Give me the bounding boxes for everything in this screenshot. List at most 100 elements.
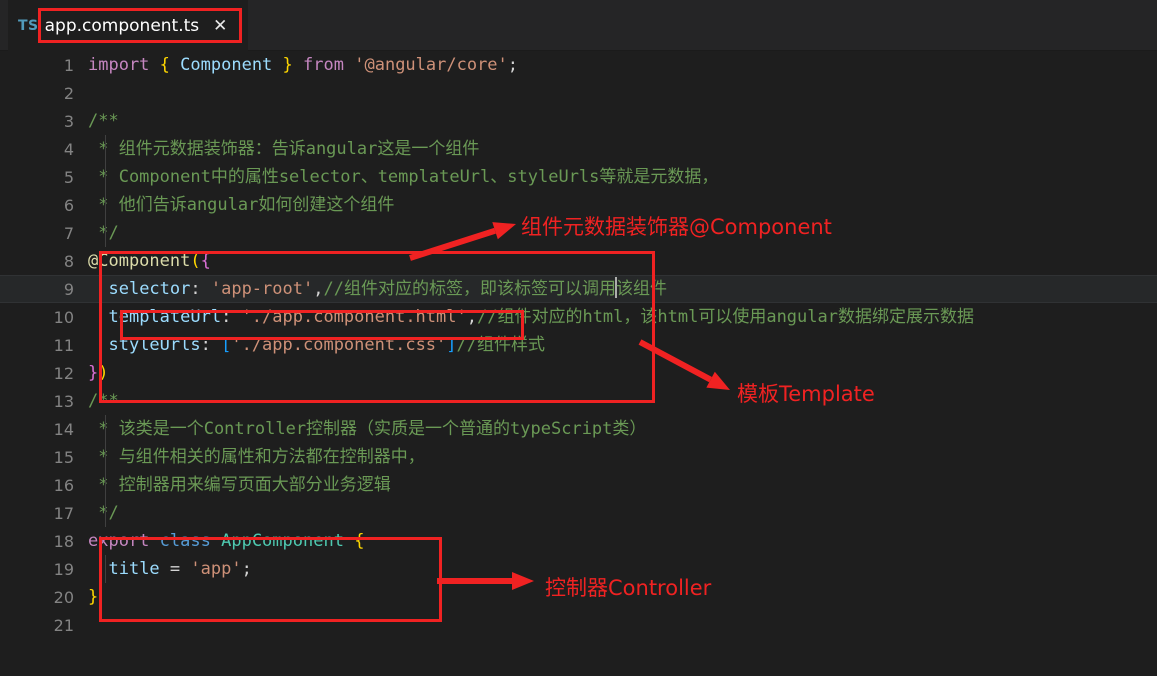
code-text: selector: 'app-root',//组件对应的标签，即该标签可以调用该… xyxy=(88,275,667,303)
code-token: */ xyxy=(88,223,119,243)
code-line[interactable]: 2 xyxy=(0,79,1157,107)
code-text: * 组件元数据装饰器：告诉angular这是一个组件 xyxy=(88,135,479,163)
code-token: 'app' xyxy=(190,559,242,579)
code-token: [ xyxy=(221,335,232,355)
code-line[interactable]: 12}) xyxy=(0,359,1157,387)
code-token: title xyxy=(108,559,160,579)
line-number: 15 xyxy=(53,447,74,467)
code-line[interactable]: 5 * Component中的属性selector、templateUrl、st… xyxy=(0,163,1157,191)
line-number: 20 xyxy=(53,587,74,607)
code-line[interactable]: 18 export class AppComponent { xyxy=(0,527,1157,555)
indent-guide xyxy=(105,219,106,247)
code-line[interactable]: 14 * 该类是一个Controller控制器（实质是一个普通的typeScri… xyxy=(0,415,1157,443)
code-token: { xyxy=(200,251,211,271)
code-token: from xyxy=(303,55,344,75)
line-number: 14 xyxy=(53,419,74,439)
code-token: * 该类是一个Controller控制器（实质是一个普通的typeScript类… xyxy=(88,419,647,439)
line-number: 18 xyxy=(53,531,74,551)
code-token: * 组件元数据装饰器：告诉angular这是一个组件 xyxy=(88,139,480,159)
code-token: ( xyxy=(190,251,201,271)
line-number: 8 xyxy=(63,251,74,271)
code-token: : xyxy=(200,335,222,355)
line-number: 5 xyxy=(63,167,74,187)
code-token: , xyxy=(466,307,477,327)
line-number: 16 xyxy=(53,475,74,495)
code-token: * 控制器用来编写页面大部分业务逻辑 xyxy=(88,475,391,495)
code-token: { xyxy=(159,55,170,75)
code-line[interactable]: 13 /** xyxy=(0,387,1157,415)
line-number: 3 xyxy=(63,111,74,131)
code-token: styleUrls xyxy=(108,335,201,355)
code-line[interactable]: 8 @Component({ xyxy=(0,247,1157,275)
code-token: * 与组件相关的属性和方法都在控制器中， xyxy=(88,447,425,467)
code-line[interactable]: 20} xyxy=(0,583,1157,611)
code-text: * Component中的属性selector、templateUrl、styl… xyxy=(88,163,718,191)
code-line[interactable]: 21 xyxy=(0,611,1157,639)
code-token: , xyxy=(313,279,324,299)
code-line[interactable]: 10 templateUrl: './app.component.html',/… xyxy=(0,303,1157,331)
code-token: '@angular/core' xyxy=(354,55,508,75)
code-text: */ xyxy=(88,219,119,247)
code-token: { xyxy=(354,531,365,551)
line-number: 17 xyxy=(53,503,74,523)
code-token: : xyxy=(221,307,242,327)
code-token: 'app-root' xyxy=(210,279,314,299)
code-token: AppComponent xyxy=(221,531,344,551)
code-token: /** xyxy=(88,111,119,131)
code-token: ; xyxy=(241,559,252,579)
close-icon[interactable]: ✕ xyxy=(213,16,227,36)
code-token: //组件对应的标签，即该标签可以调用 xyxy=(323,279,616,299)
code-line[interactable]: 16 * 控制器用来编写页面大部分业务逻辑 xyxy=(0,471,1157,499)
code-editor[interactable]: 1 import { Component } from '@angular/cor… xyxy=(0,51,1157,676)
code-line[interactable]: 3 /** xyxy=(0,107,1157,135)
code-line[interactable]: 11 styleUrls: ['./app.component.css']//组… xyxy=(0,331,1157,359)
code-text: * 控制器用来编写页面大部分业务逻辑 xyxy=(88,471,391,499)
code-text: */ xyxy=(88,499,118,527)
code-token: * Component中的属性selector、templateUrl、styl… xyxy=(88,167,719,187)
indent-guide xyxy=(105,191,106,219)
code-token: /** xyxy=(88,391,119,411)
code-line[interactable]: 7 */ xyxy=(0,219,1157,247)
line-number: 9 xyxy=(63,279,74,299)
code-line[interactable]: 1 import { Component } from '@angular/cor… xyxy=(0,51,1157,79)
code-token: ; xyxy=(507,55,519,75)
code-token: import xyxy=(88,55,150,75)
line-number: 4 xyxy=(63,139,74,159)
code-line[interactable]: 19 title = 'app'; xyxy=(0,555,1157,583)
indent-guide xyxy=(105,471,106,499)
code-text: styleUrls: ['./app.component.css']//组件样式 xyxy=(88,331,545,359)
code-token: } xyxy=(88,587,99,607)
code-text: export class AppComponent { xyxy=(88,527,364,555)
code-line[interactable]: 6 * 他们告诉angular如何创建这个组件 xyxy=(0,191,1157,219)
code-text: * 与组件相关的属性和方法都在控制器中， xyxy=(88,443,425,471)
tab-app-component-ts[interactable]: TS app.component.ts ✕ xyxy=(8,0,248,51)
code-token: * 他们告诉angular如何创建这个组件 xyxy=(88,195,395,215)
code-line[interactable]: 17 */ xyxy=(0,499,1157,527)
line-number: 21 xyxy=(53,615,74,635)
code-token: } xyxy=(88,363,99,383)
typescript-file-icon: TS xyxy=(18,17,39,34)
code-text: * 他们告诉angular如何创建这个组件 xyxy=(88,191,394,219)
code-line[interactable]: 15 * 与组件相关的属性和方法都在控制器中， xyxy=(0,443,1157,471)
code-token: './app.component.css' xyxy=(231,335,447,355)
indent-guide xyxy=(105,555,106,583)
code-line[interactable]: 4 * 组件元数据装饰器：告诉angular这是一个组件 xyxy=(0,135,1157,163)
code-line[interactable]: 9 selector: 'app-root',//组件对应的标签，即该标签可以调… xyxy=(0,275,1157,303)
code-token: templateUrl xyxy=(108,307,222,327)
code-text: /** xyxy=(88,107,119,135)
line-number: 10 xyxy=(53,307,74,327)
code-text: title = 'app'; xyxy=(88,555,252,583)
code-token: } xyxy=(282,55,293,75)
code-token: ) xyxy=(98,363,109,383)
code-token: selector xyxy=(108,279,191,299)
line-number: 2 xyxy=(63,83,74,103)
code-token: = xyxy=(169,559,181,579)
